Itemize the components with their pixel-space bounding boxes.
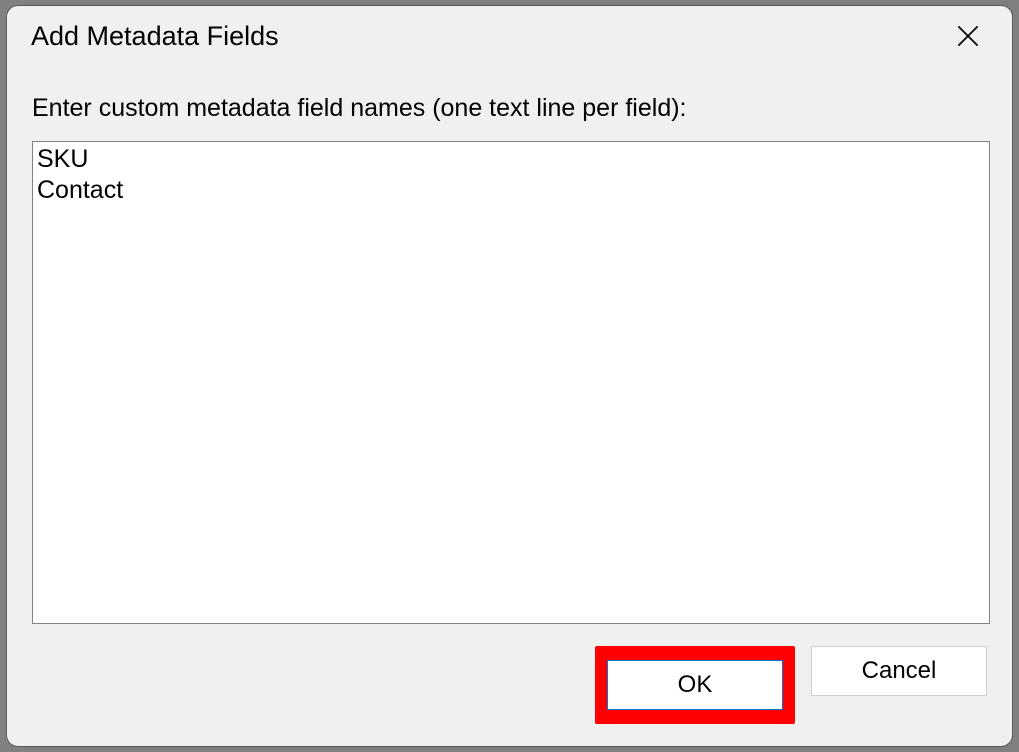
ok-button-highlight: OK <box>595 646 795 724</box>
ok-button[interactable]: OK <box>607 660 783 710</box>
prompt-label: Enter custom metadata field names (one t… <box>32 94 987 123</box>
dialog-title: Add Metadata Fields <box>31 21 279 52</box>
dialog-content: Enter custom metadata field names (one t… <box>7 66 1012 624</box>
close-icon <box>957 25 979 47</box>
titlebar: Add Metadata Fields <box>7 6 1012 66</box>
button-row: OK Cancel <box>7 624 1012 746</box>
close-button[interactable] <box>948 16 988 56</box>
metadata-fields-textarea[interactable] <box>32 141 990 624</box>
dialog-window: Add Metadata Fields Enter custom metadat… <box>6 5 1013 747</box>
cancel-button[interactable]: Cancel <box>811 646 987 696</box>
